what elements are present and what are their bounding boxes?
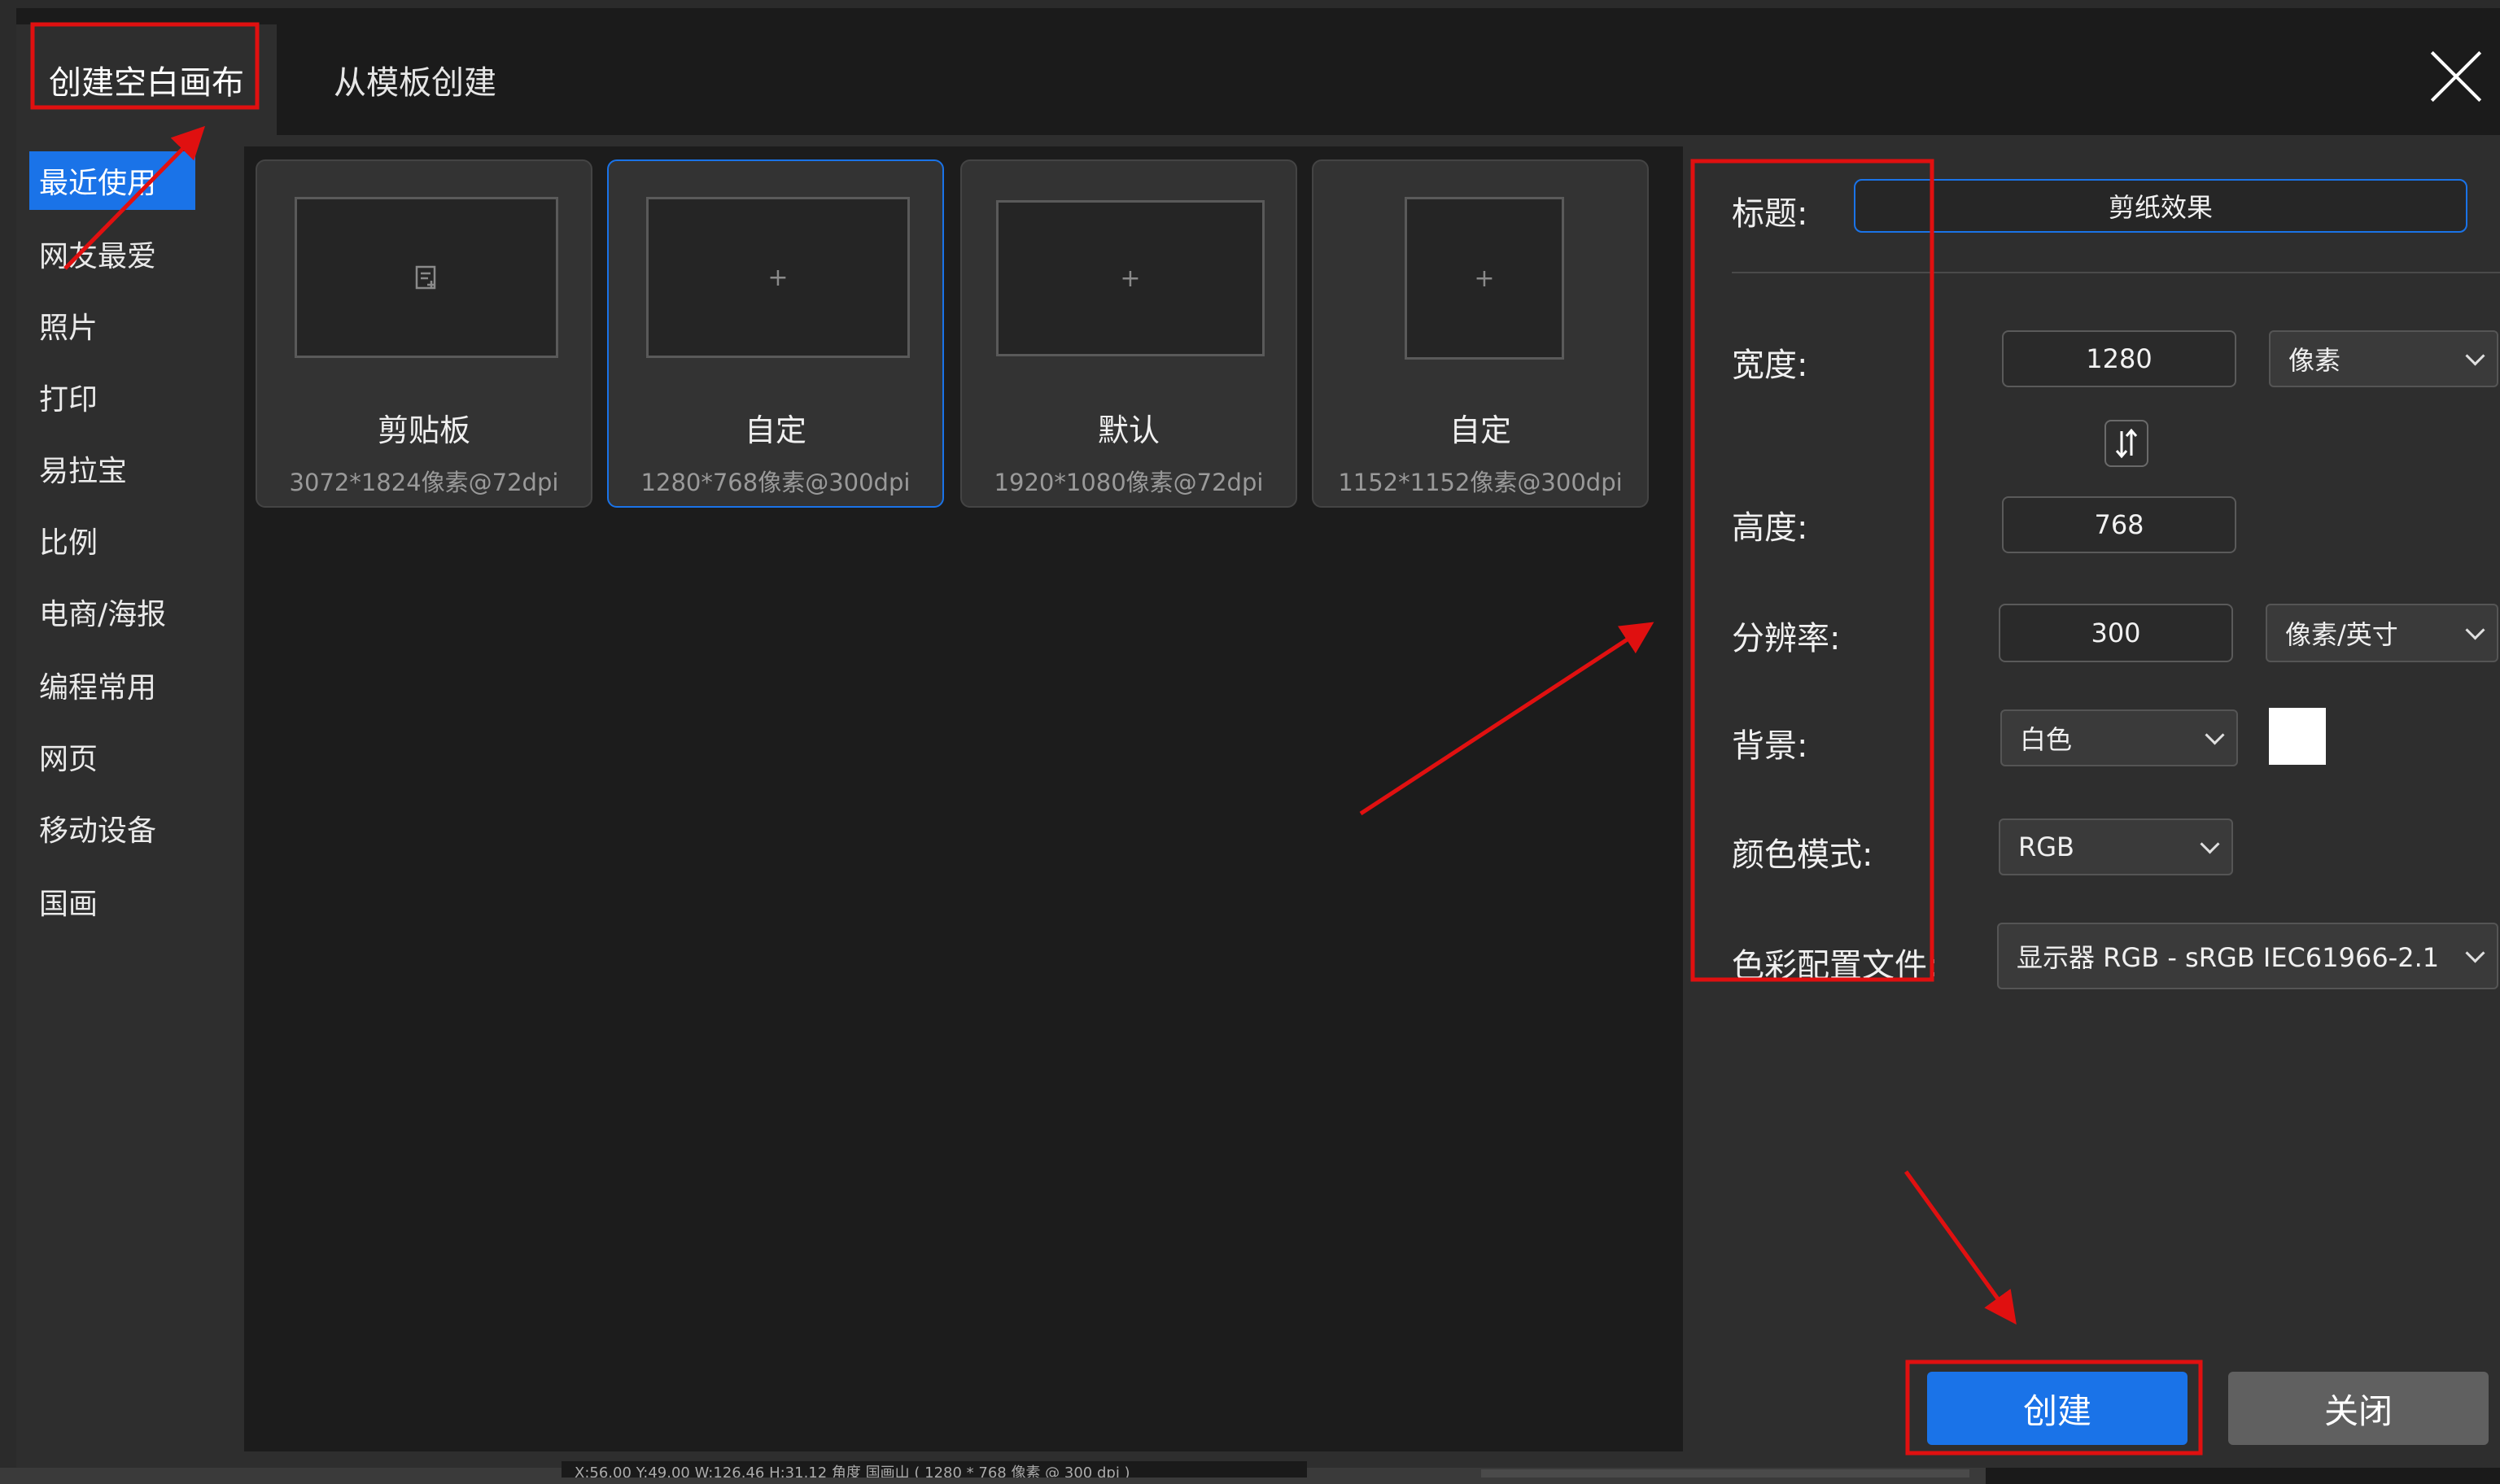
chevron-down-icon [2465,943,2485,963]
width-unit-value: 像素 [2288,345,2341,376]
template-size: 1152*1152像素@300dpi [1338,469,1623,496]
swap-dimensions-button[interactable] [2104,420,2148,467]
height-input[interactable]: 768 [2002,496,2236,553]
horizontal-scrollbar[interactable] [1481,1469,1969,1477]
tab-from-template[interactable]: 从模板创建 [293,24,537,135]
sidebar-item-ratio[interactable]: 比例 [29,511,98,570]
template-size: 3072*1824像素@72dpi [289,469,559,496]
chevron-down-icon [2200,834,2220,854]
close-icon[interactable] [2427,47,2485,106]
divider [1732,272,2500,273]
plus-icon: + [996,200,1265,356]
swap-icon [2115,428,2138,459]
sidebar-item-programming[interactable]: 编程常用 [29,656,156,714]
sidebar-item-chinese-painting[interactable]: 国画 [29,872,98,931]
background-label: 背景: [1732,727,1808,765]
color-mode-label: 颜色模式: [1732,836,1873,874]
template-card[interactable]: + 自定 1152*1152像素@300dpi [1312,159,1649,508]
sidebar-item-mobile[interactable]: 移动设备 [29,799,156,858]
color-profile-select[interactable]: 显示器 RGB - sRGB IEC61966-2.1 [1997,923,2498,989]
plus-icon: + [646,197,910,358]
template-card[interactable]: 剪贴板 3072*1824像素@72dpi [256,159,592,508]
template-name: 自定 [1449,412,1511,448]
resolution-input[interactable]: 300 [1999,604,2233,662]
sidebar-item-web[interactable]: 网页 [29,727,98,786]
template-size: 1920*1080像素@72dpi [994,469,1264,496]
color-mode-select[interactable]: RGB [1999,818,2233,875]
sidebar-item-print[interactable]: 打印 [29,368,98,426]
sidebar-item-ecommerce-poster[interactable]: 电商/海报 [29,583,166,641]
resolution-unit-value: 像素/英寸 [2285,619,2398,650]
template-card[interactable]: + 默认 1920*1080像素@72dpi [960,159,1297,508]
width-label: 宽度: [1732,347,1808,384]
tab-blank-canvas[interactable]: 创建空白画布 [16,24,277,135]
sidebar-item-recent[interactable]: 最近使用 [29,151,195,210]
background-value: 白色 [2020,724,2073,755]
template-size: 1280*768像素@300dpi [640,469,911,496]
color-profile-label: 色彩配置文件: [1732,947,1938,984]
canvas-properties-panel: 标题: 剪纸效果 宽度: 1280 像素 高度: 768 分辨率: 300 像素… [1683,135,2500,1468]
background-color-swatch[interactable] [2269,708,2326,765]
template-card[interactable]: + 自定 1280*768像素@300dpi [607,159,944,508]
category-sidebar: 最近使用 网友最爱 照片 打印 易拉宝 比例 电商/海报 编程常用 网页 移动设… [16,135,244,1461]
dialog-titlebar: 创建空白画布 从模板创建 [16,8,2500,135]
color-profile-value: 显示器 RGB - sRGB IEC61966-2.1 [2017,942,2440,973]
template-name: 剪贴板 [377,412,470,448]
sidebar-item-favorites[interactable]: 网友最爱 [29,225,156,283]
chevron-down-icon [2465,620,2485,640]
background-select[interactable]: 白色 [2000,709,2238,766]
status-bar: X:56.00 Y:49.00 W:126.46 H:31.12 角度 国画山 … [562,1461,1307,1477]
sidebar-item-photo[interactable]: 照片 [29,296,98,355]
resolution-label: 分辨率: [1732,620,1841,657]
chevron-down-icon [2465,346,2485,366]
color-mode-value: RGB [2018,831,2074,862]
new-canvas-dialog: 创建空白画布 从模板创建 最近使用 网友最爱 照片 打印 易拉宝 比例 电商/海… [16,8,2500,1468]
template-name: 默认 [1097,412,1160,448]
status-corner [1986,1468,2500,1484]
close-button[interactable]: 关闭 [2228,1372,2489,1445]
plus-icon: + [1405,197,1564,360]
chevron-down-icon [2205,725,2225,745]
resolution-unit-select[interactable]: 像素/英寸 [2266,604,2498,662]
title-input[interactable]: 剪纸效果 [1854,179,2467,233]
template-name: 自定 [744,412,806,448]
clipboard-icon [295,197,558,358]
template-grid: 剪贴板 3072*1824像素@72dpi + 自定 1280*768像素@30… [244,146,1683,1451]
height-label: 高度: [1732,509,1808,547]
width-unit-select[interactable]: 像素 [2269,330,2498,387]
sidebar-item-rollup-banner[interactable]: 易拉宝 [29,439,127,498]
create-button[interactable]: 创建 [1927,1372,2188,1445]
title-label: 标题: [1732,195,1808,233]
width-input[interactable]: 1280 [2002,330,2236,387]
